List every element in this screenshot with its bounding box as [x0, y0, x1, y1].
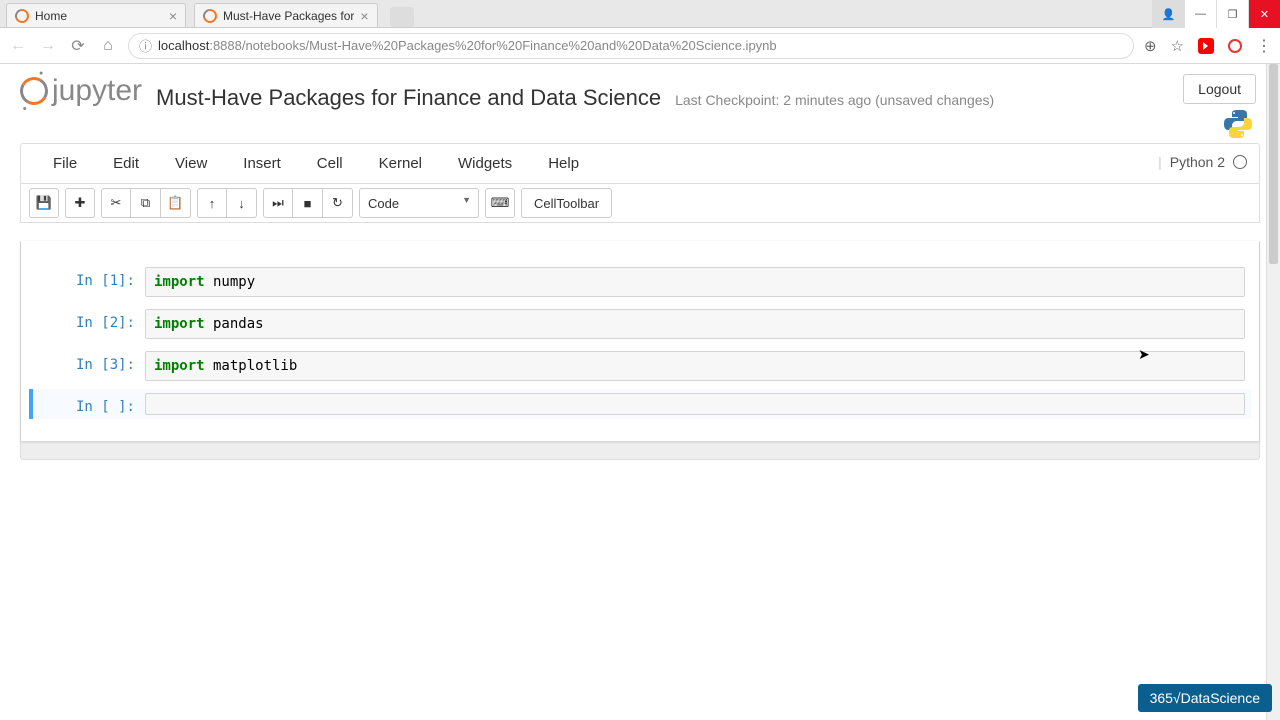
- insert-cell-button[interactable]: ✚: [65, 188, 95, 218]
- close-button[interactable]: ✕: [1248, 0, 1280, 28]
- menu-cell[interactable]: Cell: [299, 155, 361, 172]
- watermark-badge: 365√DataScience: [1138, 684, 1272, 712]
- cell-input[interactable]: import pandas: [145, 309, 1245, 339]
- tab-close-icon[interactable]: ×: [169, 8, 177, 24]
- kernel-indicator: | Python 2: [1158, 154, 1247, 170]
- menu-file[interactable]: File: [35, 155, 95, 172]
- browser-tabbar: Home × Must-Have Packages for ×: [0, 0, 1280, 28]
- browser-tab-notebook[interactable]: Must-Have Packages for ×: [194, 3, 378, 27]
- menu-kernel[interactable]: Kernel: [361, 155, 440, 172]
- cell-input[interactable]: import matplotlib: [145, 351, 1245, 381]
- back-button[interactable]: ←: [8, 37, 28, 55]
- jupyter-favicon-icon: [200, 6, 219, 25]
- minimize-button[interactable]: —: [1184, 0, 1216, 28]
- jupyter-logo-text: jupyter: [52, 74, 142, 108]
- move-down-button[interactable]: ↓: [227, 188, 257, 218]
- browser-tab-home[interactable]: Home ×: [6, 3, 186, 27]
- restart-button[interactable]: ↻: [323, 188, 353, 218]
- jupyter-header: jupyter Must-Have Packages for Finance a…: [0, 64, 1280, 111]
- code-cell-active[interactable]: In [ ]:: [29, 389, 1251, 419]
- menu-icon[interactable]: ⋮: [1256, 36, 1272, 56]
- checkpoint-status: Last Checkpoint: 2 minutes ago (unsaved …: [675, 92, 994, 108]
- notebook-background: In [1]: import numpy In [2]: import pand…: [20, 241, 1260, 460]
- kernel-name[interactable]: Python 2: [1170, 154, 1225, 170]
- logout-button[interactable]: Logout: [1183, 74, 1256, 104]
- menubar-container: File Edit View Insert Cell Kernel Widget…: [20, 143, 1260, 223]
- notebook-title[interactable]: Must-Have Packages for Finance and Data …: [156, 85, 661, 111]
- paste-button[interactable]: 📋: [161, 188, 191, 218]
- menu-edit[interactable]: Edit: [95, 155, 157, 172]
- menubar: File Edit View Insert Cell Kernel Widget…: [21, 144, 1259, 184]
- site-info-icon[interactable]: ⓘ: [139, 36, 152, 55]
- menu-insert[interactable]: Insert: [225, 155, 299, 172]
- code-cell[interactable]: In [3]: import matplotlib: [29, 347, 1251, 385]
- toolbar: 💾 ✚ ✂ ⧉ 📋 ↑ ↓ ⏭ ■ ↻ Code ⌨ CellT: [21, 184, 1259, 222]
- menu-help[interactable]: Help: [530, 155, 597, 172]
- jupyter-logo-icon: [17, 74, 51, 108]
- cell-prompt: In [3]:: [35, 351, 145, 381]
- kernel-status-icon: [1233, 155, 1247, 169]
- cell-prompt: In [ ]:: [35, 393, 145, 415]
- page-content: jupyter Must-Have Packages for Finance a…: [0, 64, 1280, 720]
- cell-prompt: In [2]:: [35, 309, 145, 339]
- tab-title: Must-Have Packages for: [223, 9, 354, 23]
- browser-toolbar: ← → ⟳ ⌂ ⓘ localhost:8888/notebooks/Must-…: [0, 28, 1280, 64]
- copy-button[interactable]: ⧉: [131, 188, 161, 218]
- cell-input[interactable]: [145, 393, 1245, 415]
- interrupt-button[interactable]: ■: [293, 188, 323, 218]
- celltoolbar-button[interactable]: CellToolbar: [521, 188, 612, 218]
- youtube-ext-icon[interactable]: [1198, 38, 1214, 54]
- vertical-scrollbar[interactable]: [1266, 64, 1280, 720]
- save-button[interactable]: 💾: [29, 188, 59, 218]
- python-logo-icon: [1222, 108, 1254, 143]
- notebook: In [1]: import numpy In [2]: import pand…: [21, 241, 1259, 441]
- code-cell[interactable]: In [2]: import pandas: [29, 305, 1251, 343]
- cell-prompt: In [1]:: [35, 267, 145, 297]
- menu-view[interactable]: View: [157, 155, 225, 172]
- maximize-button[interactable]: ❐: [1216, 0, 1248, 28]
- zoom-icon[interactable]: ⊕: [1144, 37, 1157, 55]
- tab-title: Home: [35, 9, 163, 23]
- new-tab-button[interactable]: [390, 7, 414, 27]
- toolbar-right: ⊕ ☆ ⋮: [1144, 36, 1272, 56]
- menu-widgets[interactable]: Widgets: [440, 155, 530, 172]
- reload-button[interactable]: ⟳: [68, 36, 88, 56]
- jupyter-favicon-icon: [12, 6, 31, 25]
- cell-input[interactable]: import numpy: [145, 267, 1245, 297]
- home-button[interactable]: ⌂: [98, 37, 118, 55]
- cut-button[interactable]: ✂: [101, 188, 131, 218]
- code-cell[interactable]: In [1]: import numpy: [29, 263, 1251, 301]
- address-bar[interactable]: ⓘ localhost:8888/notebooks/Must-Have%20P…: [128, 33, 1134, 59]
- cell-type-select[interactable]: Code: [359, 188, 479, 218]
- opera-ext-icon[interactable]: [1228, 39, 1242, 53]
- user-icon[interactable]: 👤: [1152, 0, 1184, 28]
- forward-button[interactable]: →: [38, 37, 58, 55]
- move-up-button[interactable]: ↑: [197, 188, 227, 218]
- tab-close-icon[interactable]: ×: [360, 8, 368, 24]
- jupyter-logo[interactable]: jupyter: [20, 74, 142, 108]
- bookmark-icon[interactable]: ☆: [1171, 37, 1184, 55]
- window-controls: 👤 — ❐ ✕: [1152, 0, 1280, 28]
- run-button[interactable]: ⏭: [263, 188, 293, 218]
- url-text: localhost:8888/notebooks/Must-Have%20Pac…: [158, 38, 777, 53]
- command-palette-button[interactable]: ⌨: [485, 188, 515, 218]
